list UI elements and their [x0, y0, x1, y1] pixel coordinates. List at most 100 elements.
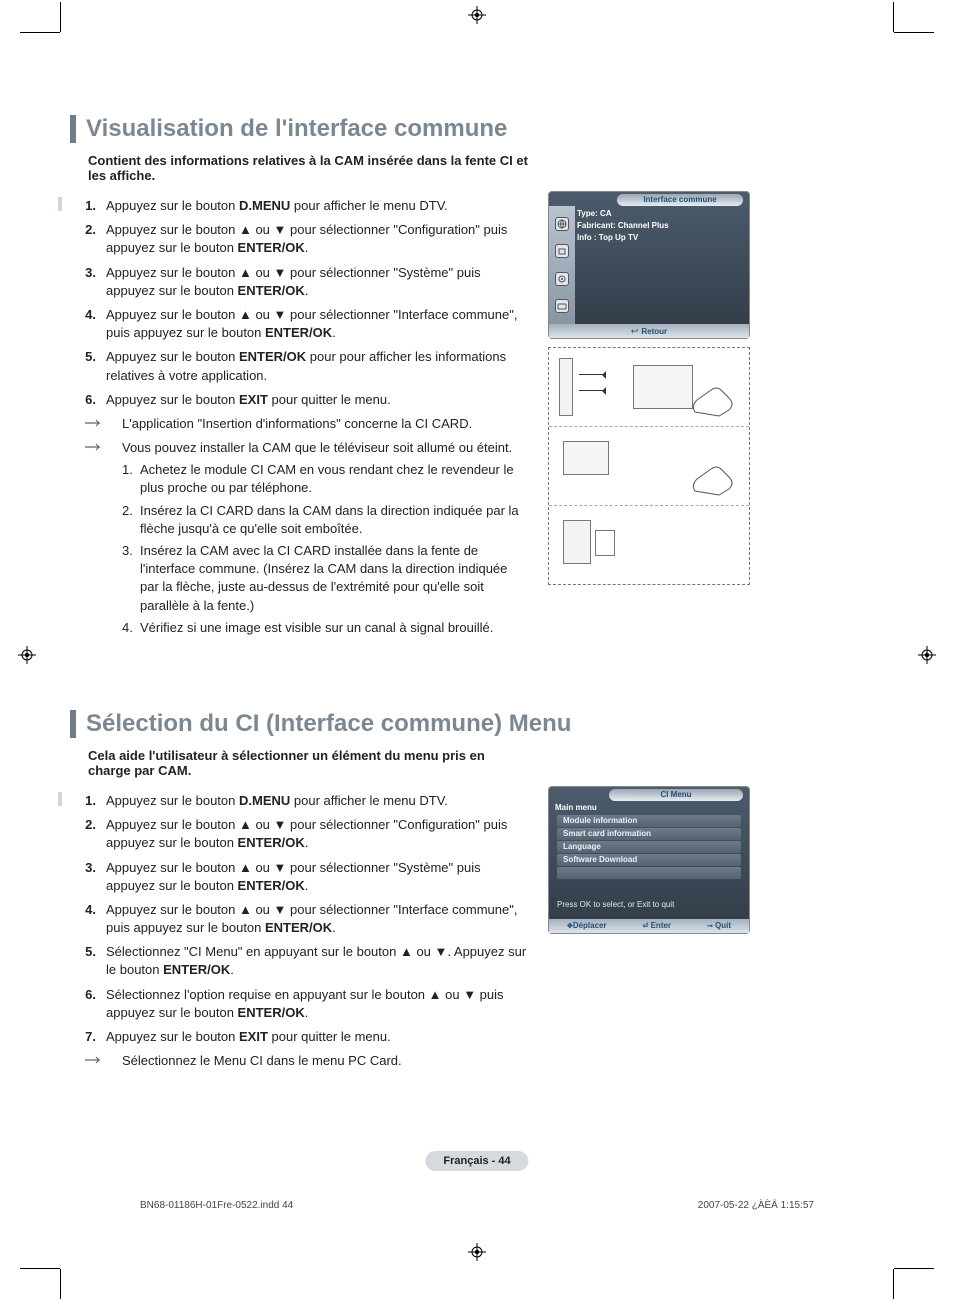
title-accent-bar — [70, 115, 76, 143]
diagram-step-2 — [549, 426, 749, 505]
osd-hint: Press OK to select, or Exit to quit — [557, 900, 674, 909]
note-text: Vous pouvez installer la CAM que le télé… — [122, 440, 512, 455]
osd-main-menu-label: Main menu — [555, 803, 743, 812]
step-item: Appuyez sur le bouton EXIT pour quitter … — [88, 1028, 528, 1046]
osd-menu-item: Module information — [557, 815, 741, 827]
step-suffix: pour quitter le menu. — [268, 1029, 391, 1044]
step-bold: D.MENU — [239, 198, 290, 213]
crop-mark — [893, 1269, 894, 1299]
registration-mark-icon — [918, 646, 936, 664]
tv-back-icon — [563, 441, 609, 475]
card-slot-icon — [559, 358, 573, 416]
substep-text: Insérez la CI CARD dans la CAM dans la d… — [140, 503, 519, 536]
step-item: Appuyez sur le bouton ▲ ou ▼ pour sélect… — [88, 264, 528, 300]
ci-install-diagram — [548, 347, 750, 585]
step-suffix: . — [305, 835, 309, 850]
step-bold: ENTER/OK — [238, 240, 305, 255]
section-title: Visualisation de l'interface commune — [86, 115, 507, 143]
channel-icon — [555, 244, 569, 258]
osd-foot-enter: ⏎ Enter — [642, 921, 671, 930]
substep-item: 3.Insérez la CAM avec la CI CARD install… — [122, 542, 528, 615]
note-item: Sélectionnez le Menu CI dans le menu PC … — [106, 1052, 528, 1070]
note-item: L'application "Insertion d'informations"… — [106, 415, 528, 433]
osd-menu-item: Smart card information — [557, 828, 741, 840]
osd-foot-move: ✥Déplacer — [567, 921, 607, 930]
note-arrow-icon — [84, 442, 104, 452]
substep-text: Achetez le module CI CAM en vous rendant… — [140, 462, 514, 495]
step-bold: ENTER/OK — [238, 1005, 305, 1020]
setup-icon — [555, 272, 569, 286]
step-item: Appuyez sur le bouton D.MENU pour affich… — [88, 792, 528, 810]
hand-icon — [689, 455, 741, 497]
registration-mark-icon — [468, 1243, 486, 1261]
section-visualisation: Visualisation de l'interface commune Con… — [70, 115, 884, 650]
diagram-step-3 — [549, 505, 749, 584]
doc-meta: BN68-01186H-01Fre-0522.indd 44 2007-05-2… — [140, 1200, 814, 1211]
note-item: Vous pouvez installer la CAM que le télé… — [106, 439, 528, 637]
osd-blank-row — [557, 867, 741, 879]
step-bold: ENTER/OK — [239, 349, 306, 364]
registration-mark-icon — [18, 646, 36, 664]
return-label: Retour — [641, 327, 667, 336]
step-suffix: . — [305, 240, 309, 255]
section-intro: Contient des informations relatives à la… — [88, 153, 528, 183]
step-item: Appuyez sur le bouton ▲ ou ▼ pour sélect… — [88, 306, 528, 342]
timestamp-label: 2007-05-22 ¿ÀÈÄ 1:15:57 — [698, 1200, 814, 1211]
step-bar — [58, 792, 62, 806]
osd-menu-item: Language — [557, 841, 741, 853]
step-bold: ENTER/OK — [238, 283, 305, 298]
note-text: Sélectionnez le Menu CI dans le menu PC … — [122, 1053, 402, 1068]
arrow-left-icon — [579, 390, 605, 391]
step-bold: ENTER/OK — [265, 325, 332, 340]
step-suffix: . — [332, 920, 336, 935]
cam-module-icon — [563, 520, 591, 564]
figure-column: Interface commune Type: CA Fabricant: Ch… — [548, 191, 750, 650]
substep-item: 1.Achetez le module CI CAM en vous renda… — [122, 461, 528, 497]
steps-list: Appuyez sur le bouton D.MENU pour affich… — [70, 191, 528, 650]
tv-back-icon — [633, 365, 693, 409]
step-suffix: . — [305, 878, 309, 893]
step-text: Appuyez sur le bouton — [106, 349, 239, 364]
step-bold: ENTER/OK — [163, 962, 230, 977]
step-item: Sélectionnez "CI Menu" en appuyant sur l… — [88, 943, 528, 979]
osd-menu-item: Software Download — [557, 854, 741, 866]
step-suffix: pour quitter le menu. — [268, 392, 391, 407]
osd-line: Info : Top Up TV — [577, 232, 745, 244]
step-suffix: . — [305, 1005, 309, 1020]
step-bold: D.MENU — [239, 793, 290, 808]
step-item: Appuyez sur le bouton ENTER/OK pour pour… — [88, 348, 528, 384]
return-icon: ↩ — [631, 326, 639, 337]
substep-text: Insérez la CAM avec la CI CARD installée… — [140, 543, 507, 613]
step-text: Appuyez sur le bouton — [106, 392, 239, 407]
substep-item: 4.Vérifiez si une image est visible sur … — [122, 619, 528, 637]
step-text: Appuyez sur le bouton — [106, 793, 239, 808]
step-suffix: . — [230, 962, 234, 977]
step-text: Appuyez sur le bouton — [106, 1029, 239, 1044]
step-bar — [58, 197, 62, 211]
source-file-label: BN68-01186H-01Fre-0522.indd 44 — [140, 1200, 293, 1211]
substep-item: 2.Insérez la CI CARD dans la CAM dans la… — [122, 502, 528, 538]
card-icon — [555, 299, 569, 313]
step-item: Appuyez sur le bouton EXIT pour quitter … — [88, 391, 528, 409]
step-text: Appuyez sur le bouton — [106, 198, 239, 213]
hand-icon — [689, 376, 741, 418]
section-ci-menu: Sélection du CI (Interface commune) Menu… — [70, 710, 884, 1076]
crop-mark — [20, 32, 60, 33]
osd-line: Fabricant: Channel Plus — [577, 220, 745, 232]
crop-mark — [20, 1268, 60, 1269]
step-suffix: pour afficher le menu DTV. — [290, 793, 448, 808]
step-bold: ENTER/OK — [238, 835, 305, 850]
step-bold: ENTER/OK — [238, 878, 305, 893]
step-suffix: . — [332, 325, 336, 340]
step-suffix: . — [305, 283, 309, 298]
osd-ci-menu: CI Menu Main menu Module information Sma… — [548, 786, 750, 934]
osd-title: CI Menu — [609, 789, 743, 801]
diagram-step-1 — [549, 348, 749, 426]
ci-card-icon — [595, 530, 615, 556]
step-item: Appuyez sur le bouton ▲ ou ▼ pour sélect… — [88, 221, 528, 257]
step-bold: EXIT — [239, 392, 268, 407]
osd-footer: ✥Déplacer ⏎ Enter ⊸ Quit — [549, 919, 749, 933]
figure-column: CI Menu Main menu Module information Sma… — [548, 786, 750, 1076]
note-arrow-icon — [84, 418, 104, 428]
registration-mark-icon — [468, 6, 486, 24]
